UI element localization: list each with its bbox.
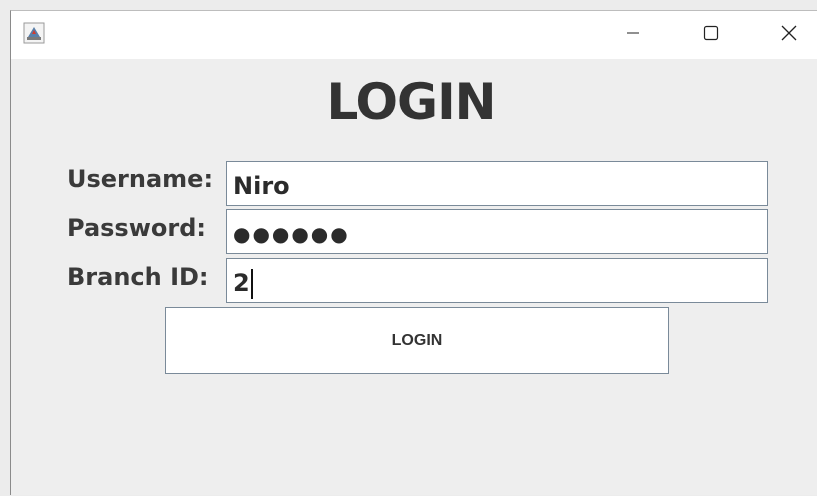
minimize-button[interactable] <box>600 11 666 59</box>
branch-id-field[interactable]: 2 <box>226 258 768 303</box>
username-value: Niro <box>233 172 290 200</box>
minimize-icon <box>626 26 640 45</box>
page-title: LOGIN <box>326 73 496 131</box>
text-caret <box>250 269 253 299</box>
close-icon <box>780 24 798 47</box>
branch-id-label: Branch ID: <box>67 263 209 291</box>
username-label: Username: <box>67 165 214 193</box>
password-field[interactable]: ●●●●●● <box>226 209 768 254</box>
maximize-button[interactable] <box>678 11 744 59</box>
login-form: LOGIN Username: Niro Password: ●●●●●● Br… <box>11 59 817 496</box>
username-field[interactable]: Niro <box>226 161 768 206</box>
close-button[interactable] <box>756 11 817 59</box>
java-cup-icon <box>23 22 45 44</box>
login-window: LOGIN Username: Niro Password: ●●●●●● Br… <box>10 10 817 495</box>
login-button-label: LOGIN <box>391 331 443 349</box>
password-label: Password: <box>67 214 206 242</box>
password-masked-value: ●●●●●● <box>233 222 350 246</box>
branch-id-value: 2 <box>233 269 250 297</box>
login-button[interactable]: LOGIN <box>165 307 669 374</box>
title-bar[interactable] <box>11 11 817 59</box>
maximize-icon <box>703 25 719 46</box>
